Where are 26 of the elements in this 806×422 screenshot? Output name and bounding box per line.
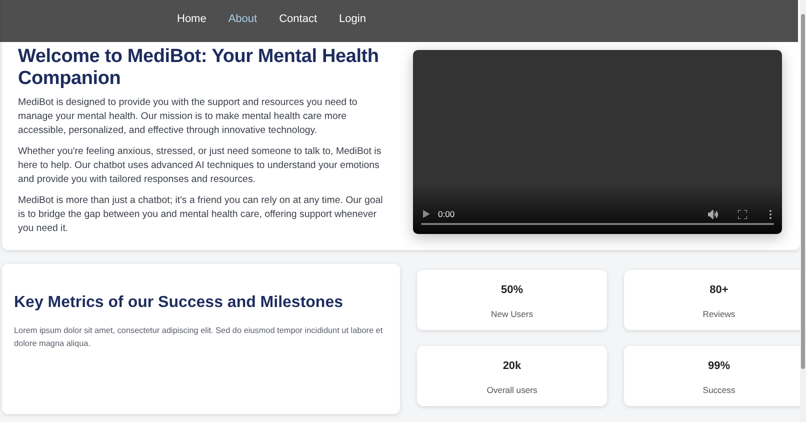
page-title: Welcome to MediBot: Your Mental Health Companion xyxy=(18,46,380,90)
stat-value: 80+ xyxy=(710,284,728,296)
scrollbar-thumb[interactable] xyxy=(801,14,805,369)
nav-link[interactable]: Home xyxy=(177,13,206,25)
nav-link[interactable]: Contact xyxy=(279,13,318,25)
intro-paragraph: Whether you're feeling anxious, stressed, or just need someone to talk to, MediBot is here to help. Our chatbot uses advanced AI techniques to understand your emotions and provide you with tailored responses and resources. xyxy=(18,145,382,187)
stat-label: New Users xyxy=(490,309,534,319)
more-icon[interactable] xyxy=(769,210,772,218)
metrics-description: Lorem ipsum dolor sit amet, consectetur adipiscing elit. Sed do eiusmod tempor incididunt ut labore et dolore magna aliqua. xyxy=(14,325,384,350)
nav-link[interactable]: Login xyxy=(339,13,366,25)
play-icon[interactable] xyxy=(423,210,430,218)
stat-value: 99% xyxy=(708,360,730,372)
intro-paragraph: MediBot is designed to provide you with the support and resources you need to manage your mental health. Our mission is to make mental health care more accessible, personalized, and effective through innovative technology. xyxy=(18,96,358,138)
stat-value: 20k xyxy=(502,360,522,372)
stat-value: 50% xyxy=(500,284,524,296)
fullscreen-icon[interactable] xyxy=(738,210,747,218)
stat-label: Overall users xyxy=(486,385,538,395)
nav-link[interactable]: About xyxy=(228,13,258,25)
video-player[interactable]: 0:00 xyxy=(413,50,782,234)
video-time: 0:00 xyxy=(438,209,456,219)
stat-label: Success xyxy=(702,385,736,395)
volume-icon[interactable] xyxy=(708,210,718,218)
intro-paragraph: MediBot is more than just a chatbot; it's a friend you can rely on at any time. Our goal is to bridge the gap between you and mental health care, offering support whenever you need it. xyxy=(18,194,384,236)
metrics-title: Key Metrics of our Success and Milestones xyxy=(14,294,344,312)
stat-label: Reviews xyxy=(702,309,736,319)
scrollbar[interactable] xyxy=(800,0,806,422)
